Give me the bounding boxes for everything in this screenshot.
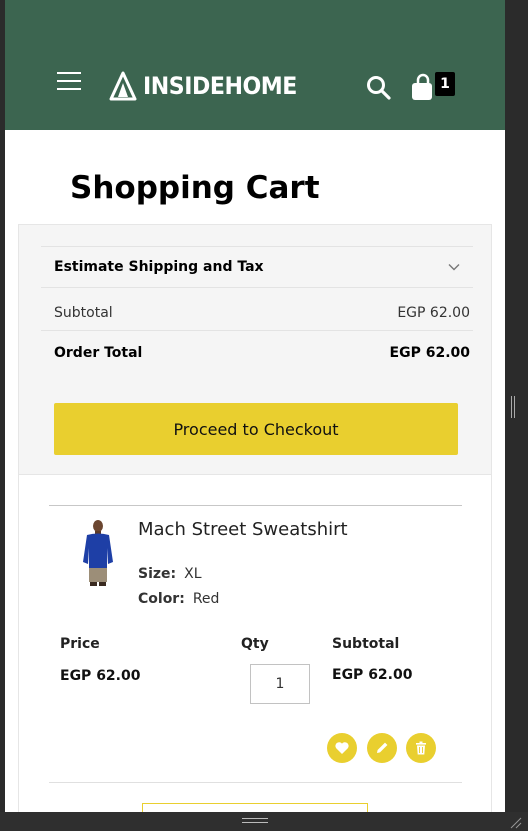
site-logo[interactable]: INSIDEHOME [109,70,310,102]
product-image[interactable] [77,518,119,588]
shopping-bag-icon[interactable] [410,72,436,102]
cart-action-button[interactable] [142,803,368,812]
menu-icon[interactable] [57,72,81,92]
divider [49,782,462,783]
subtotal-label: Subtotal [54,304,113,321]
option-label: Color: [138,591,185,607]
cart-summary: Estimate Shipping and Tax Subtotal EGP 6… [18,224,492,475]
window-resize-handle[interactable] [511,396,517,418]
order-total-value: EGP 62.00 [389,345,470,361]
option-label: Size: [138,566,177,582]
search-icon[interactable] [366,75,392,101]
subtotal-value: EGP 62.00 [397,304,470,321]
proceed-to-checkout-button[interactable]: Proceed to Checkout [54,403,458,455]
qty-input[interactable] [250,664,310,704]
logo-icon [109,71,137,101]
remove-item-button[interactable] [406,733,436,763]
order-total-row: Order Total EGP 62.00 [41,338,473,368]
heart-icon [335,742,349,754]
resize-corner-icon[interactable] [508,815,522,829]
option-value: Red [192,591,220,607]
page-title: Shopping Cart [70,170,320,206]
product-option-color: Color: Red [138,591,219,607]
drag-handle-icon[interactable] [242,818,268,824]
option-value: XL [184,566,202,582]
price-header: Price [60,636,100,652]
qty-header: Qty [241,636,269,652]
product-option-size: Size: XL [138,566,202,582]
cart-count-badge[interactable]: 1 [435,72,455,96]
trash-icon [416,741,426,755]
site-header: INSIDEHOME 1 [5,0,505,130]
item-subtotal-header: Subtotal [332,636,400,652]
divider [49,505,462,506]
logo-text: INSIDEHOME [143,72,297,100]
item-subtotal-value: EGP 62.00 [332,667,413,683]
chevron-down-icon [448,264,460,271]
edit-item-button[interactable] [367,733,397,763]
order-total-label: Order Total [54,345,143,361]
subtotal-row: Subtotal EGP 62.00 [41,295,473,331]
estimate-shipping-toggle[interactable]: Estimate Shipping and Tax [41,246,473,288]
move-to-wishlist-button[interactable] [327,733,357,763]
product-name[interactable]: Mach Street Sweatshirt [138,518,348,542]
pencil-icon [377,742,388,753]
price-value: EGP 62.00 [60,668,141,684]
estimate-shipping-label: Estimate Shipping and Tax [54,259,264,275]
page-frame: INSIDEHOME 1 Shopping Cart Estimate Ship… [5,0,505,812]
